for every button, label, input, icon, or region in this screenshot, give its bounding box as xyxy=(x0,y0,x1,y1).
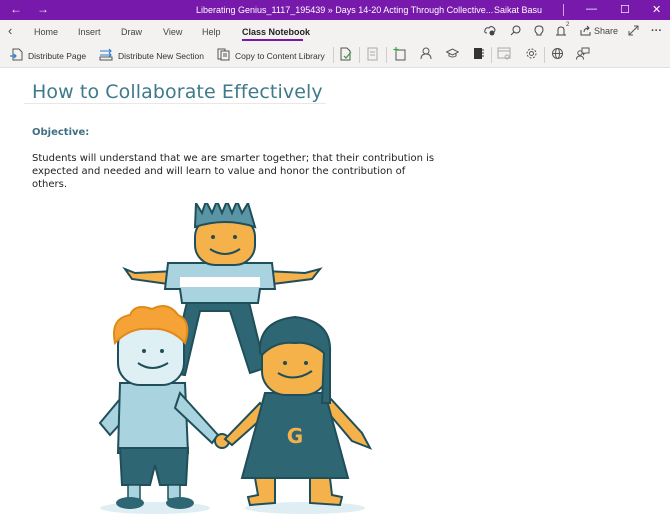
student-icon[interactable] xyxy=(419,47,433,63)
tab-draw[interactable]: Draw xyxy=(121,27,142,37)
forward-arrow-icon[interactable]: → xyxy=(37,3,49,15)
top-kid-shirt-stripe xyxy=(180,277,260,287)
title-underline xyxy=(24,103,326,104)
divider xyxy=(563,4,564,16)
title-bar: ← → Liberating Genius_1117_195439 » Days… xyxy=(0,0,670,20)
right-kid-left-boot xyxy=(246,477,276,507)
active-tab-indicator xyxy=(242,39,303,41)
back-arrow-icon[interactable]: ← xyxy=(10,3,22,15)
review-student-work-icon[interactable] xyxy=(338,47,352,64)
toolbar-divider xyxy=(386,47,387,63)
chevron-left-icon[interactable]: ‹ xyxy=(8,23,12,38)
toolbar-divider xyxy=(359,47,360,63)
settings-icon[interactable] xyxy=(524,47,538,63)
web-icon[interactable] xyxy=(550,47,564,63)
distribute-section-button[interactable]: Distribute New Section xyxy=(99,48,204,64)
shirt-letter: G xyxy=(287,424,303,448)
distribute-page-label: Distribute Page xyxy=(28,51,87,61)
copy-library-icon xyxy=(217,48,230,64)
search-icon[interactable] xyxy=(510,25,521,39)
distribute-section-label: Distribute New Section xyxy=(118,51,204,61)
sync-status-icon[interactable] xyxy=(484,25,496,39)
page-canvas[interactable]: How to Collaborate Effectively Objective… xyxy=(0,69,670,523)
distribute-page-icon xyxy=(10,48,23,64)
tab-class-notebook[interactable]: Class Notebook xyxy=(242,27,310,37)
share-button[interactable]: Share xyxy=(580,25,618,36)
feedback-icon[interactable] xyxy=(576,47,590,63)
maximize-button[interactable]: ☐ xyxy=(620,3,630,16)
minimize-button[interactable]: — xyxy=(586,3,597,15)
close-button[interactable]: ✕ xyxy=(652,3,661,16)
copy-to-content-library-button[interactable]: Copy to Content Library xyxy=(217,48,325,64)
share-label: Share xyxy=(594,25,619,36)
objective-heading[interactable]: Objective: xyxy=(32,127,89,138)
distribute-page-button[interactable]: Distribute Page xyxy=(10,48,86,64)
toolbar-divider xyxy=(333,47,334,63)
ribbon-tabs: ‹ Home Insert Draw View Help Class Noteb… xyxy=(0,20,670,42)
user-name[interactable]: Saikat Basu xyxy=(494,5,542,15)
expand-icon[interactable] xyxy=(628,25,639,39)
objective-text[interactable]: Students will understand that we are sma… xyxy=(32,152,442,191)
tab-home[interactable]: Home xyxy=(34,27,58,37)
toolbar-divider xyxy=(544,47,545,63)
more-icon[interactable]: ··· xyxy=(651,25,662,37)
tab-insert[interactable]: Insert xyxy=(78,27,101,37)
add-page-icon[interactable] xyxy=(392,47,406,64)
graduation-cap-icon[interactable] xyxy=(444,47,460,62)
window-title: Liberating Genius_1117_195439 » Days 14-… xyxy=(196,5,494,15)
class-notebook-toolbar: Distribute Page Distribute New Section C… xyxy=(0,42,670,68)
distribute-section-icon xyxy=(99,48,113,64)
assignment-icon[interactable] xyxy=(365,47,379,64)
lightbulb-icon[interactable] xyxy=(534,25,544,40)
copy-to-content-library-label: Copy to Content Library xyxy=(235,51,325,61)
tab-help[interactable]: Help xyxy=(202,27,221,37)
left-kid-shirt xyxy=(116,382,190,454)
right-kid-right-boot xyxy=(309,477,344,507)
toolbar-divider xyxy=(491,47,492,63)
tab-view[interactable]: View xyxy=(163,27,182,37)
left-kid-shorts xyxy=(118,447,190,486)
collaboration-illustration: G xyxy=(80,198,400,528)
page-title[interactable]: How to Collaborate Effectively xyxy=(32,81,323,103)
notification-count: 2 xyxy=(566,22,570,28)
lms-icon[interactable] xyxy=(497,47,511,63)
notebook-icon[interactable] xyxy=(471,47,485,63)
